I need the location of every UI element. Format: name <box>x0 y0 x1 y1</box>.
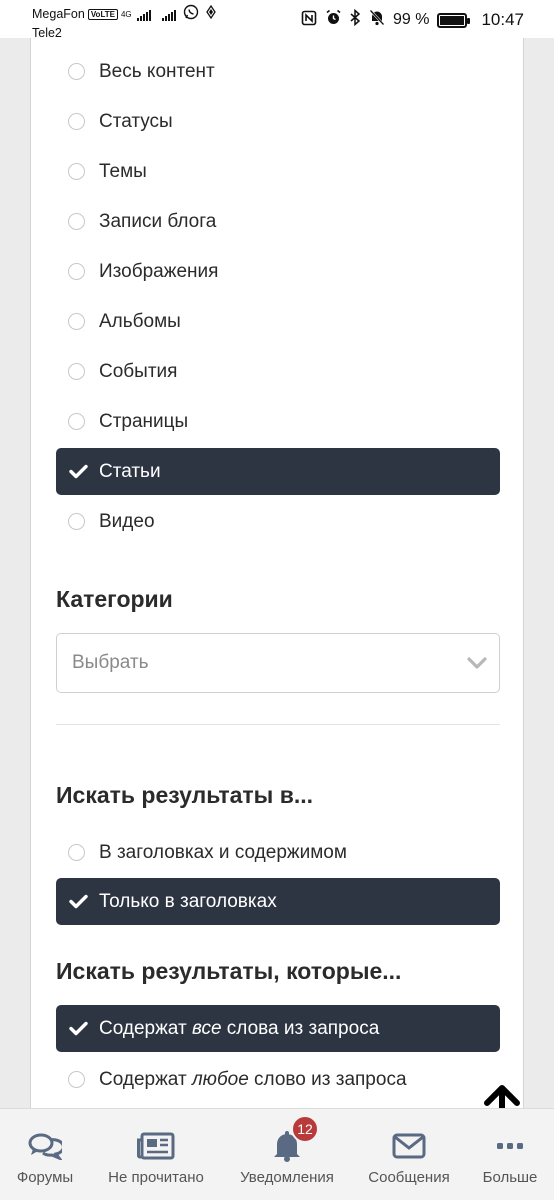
radio-icon[interactable] <box>68 363 85 380</box>
tab-label: Уведомления <box>240 1169 334 1186</box>
radio-icon[interactable] <box>68 263 85 280</box>
tab-unread[interactable]: Не прочитано <box>100 1109 212 1200</box>
option-articles[interactable]: Статьи <box>56 448 500 495</box>
check-icon <box>68 892 88 912</box>
app-notification-icon <box>205 4 216 24</box>
tab-notifications[interactable]: 12 Уведомления <box>232 1109 342 1200</box>
tab-more[interactable]: Больше <box>472 1109 548 1200</box>
categories-select[interactable]: Выбрать <box>56 633 500 693</box>
option-titles-only[interactable]: Только в заголовках <box>56 878 500 925</box>
label-part: слова из запроса <box>221 1017 380 1039</box>
label-part: слово из запроса <box>248 1068 407 1090</box>
tab-label: Сообщения <box>368 1169 450 1186</box>
option-label: Статьи <box>99 460 161 482</box>
carrier-info: MegaFon VoLTE 4G Tele2 <box>32 4 216 42</box>
clock: 10:47 <box>481 10 524 29</box>
tab-label: Не прочитано <box>108 1169 204 1186</box>
option-titles-and-content[interactable]: В заголовках и содержимом <box>56 829 500 876</box>
envelope-icon <box>392 1125 426 1167</box>
signal-2-icon <box>161 9 176 21</box>
status-bar: MegaFon VoLTE 4G Tele2 99 % 10:47 <box>0 0 554 40</box>
radio-icon[interactable] <box>68 413 85 430</box>
notification-count-badge: 12 <box>291 1115 319 1143</box>
categories-heading: Категории <box>56 586 173 612</box>
check-icon <box>68 462 88 482</box>
radio-icon[interactable] <box>68 1071 85 1088</box>
bell-icon: 12 <box>271 1115 319 1167</box>
option-label: Записи блога <box>99 210 217 232</box>
option-label: Страницы <box>99 410 189 432</box>
whatsapp-icon <box>183 4 199 25</box>
battery-percent: 99 % <box>392 11 430 28</box>
radio-icon[interactable] <box>68 63 85 80</box>
carrier-primary: MegaFon <box>32 7 85 21</box>
option-label: Содержат любое слово из запроса <box>99 1069 407 1091</box>
option-pages[interactable]: Страницы <box>56 398 500 445</box>
check-icon <box>68 1019 88 1039</box>
bottom-tab-bar: Форумы Не прочитано 12 Уведомления Сообщ… <box>0 1108 554 1200</box>
chevron-down-icon <box>467 654 487 676</box>
tab-messages[interactable]: Сообщения <box>362 1109 456 1200</box>
option-images[interactable]: Изображения <box>56 248 500 295</box>
option-contain-any-word[interactable]: Содержат любое слово из запроса <box>56 1056 500 1103</box>
option-blog-entries[interactable]: Записи блога <box>56 198 500 245</box>
signal-icon <box>136 9 151 21</box>
tab-label: Больше <box>482 1169 538 1186</box>
network-type: 4G <box>120 10 132 19</box>
option-label: Содержат все слова из запроса <box>99 1018 379 1040</box>
select-placeholder: Выбрать <box>72 652 149 673</box>
nfc-icon <box>301 10 317 31</box>
option-label: Темы <box>99 160 147 182</box>
search-in-heading: Искать результаты в... <box>56 782 313 808</box>
label-emphasis: любое <box>191 1068 249 1090</box>
radio-icon[interactable] <box>68 113 85 130</box>
option-label: Только в заголовках <box>99 890 277 912</box>
option-label: Статусы <box>99 110 173 132</box>
option-label: Изображения <box>99 260 219 282</box>
more-dots-icon <box>496 1125 524 1167</box>
radio-icon[interactable] <box>68 313 85 330</box>
search-filters-panel: Весь контент Статусы Темы Записи блога И… <box>30 38 524 1108</box>
label-emphasis: все <box>191 1017 222 1039</box>
option-videos[interactable]: Видео <box>56 498 500 545</box>
mute-bell-icon <box>369 9 385 31</box>
option-contain-all-words[interactable]: Содержат все слова из запроса <box>56 1005 500 1052</box>
option-statuses[interactable]: Статусы <box>56 98 500 145</box>
option-label: В заголовках и содержимом <box>99 841 347 863</box>
volte-badge: VoLTE <box>87 9 118 20</box>
label-part: Содержат <box>99 1017 192 1039</box>
section-divider <box>56 724 500 725</box>
search-which-heading: Искать результаты, которые... <box>56 958 402 984</box>
option-label: Весь контент <box>99 60 215 82</box>
status-right: 99 % 10:47 <box>301 8 524 31</box>
tab-forums[interactable]: Форумы <box>0 1109 90 1200</box>
alarm-icon <box>325 9 342 31</box>
option-all-content[interactable]: Весь контент <box>56 48 500 95</box>
radio-icon[interactable] <box>68 513 85 530</box>
radio-icon[interactable] <box>68 844 85 861</box>
battery-icon <box>437 12 471 28</box>
bluetooth-icon <box>350 8 361 31</box>
option-label: Видео <box>99 510 155 532</box>
radio-icon[interactable] <box>68 163 85 180</box>
tab-label: Форумы <box>16 1169 74 1186</box>
chat-bubbles-icon <box>28 1125 62 1167</box>
newspaper-icon <box>137 1125 175 1167</box>
option-albums[interactable]: Альбомы <box>56 298 500 345</box>
label-part: Содержат <box>99 1068 192 1090</box>
option-topics[interactable]: Темы <box>56 148 500 195</box>
option-label: Альбомы <box>99 310 181 332</box>
option-label: События <box>99 360 178 382</box>
option-events[interactable]: События <box>56 348 500 395</box>
radio-icon[interactable] <box>68 213 85 230</box>
